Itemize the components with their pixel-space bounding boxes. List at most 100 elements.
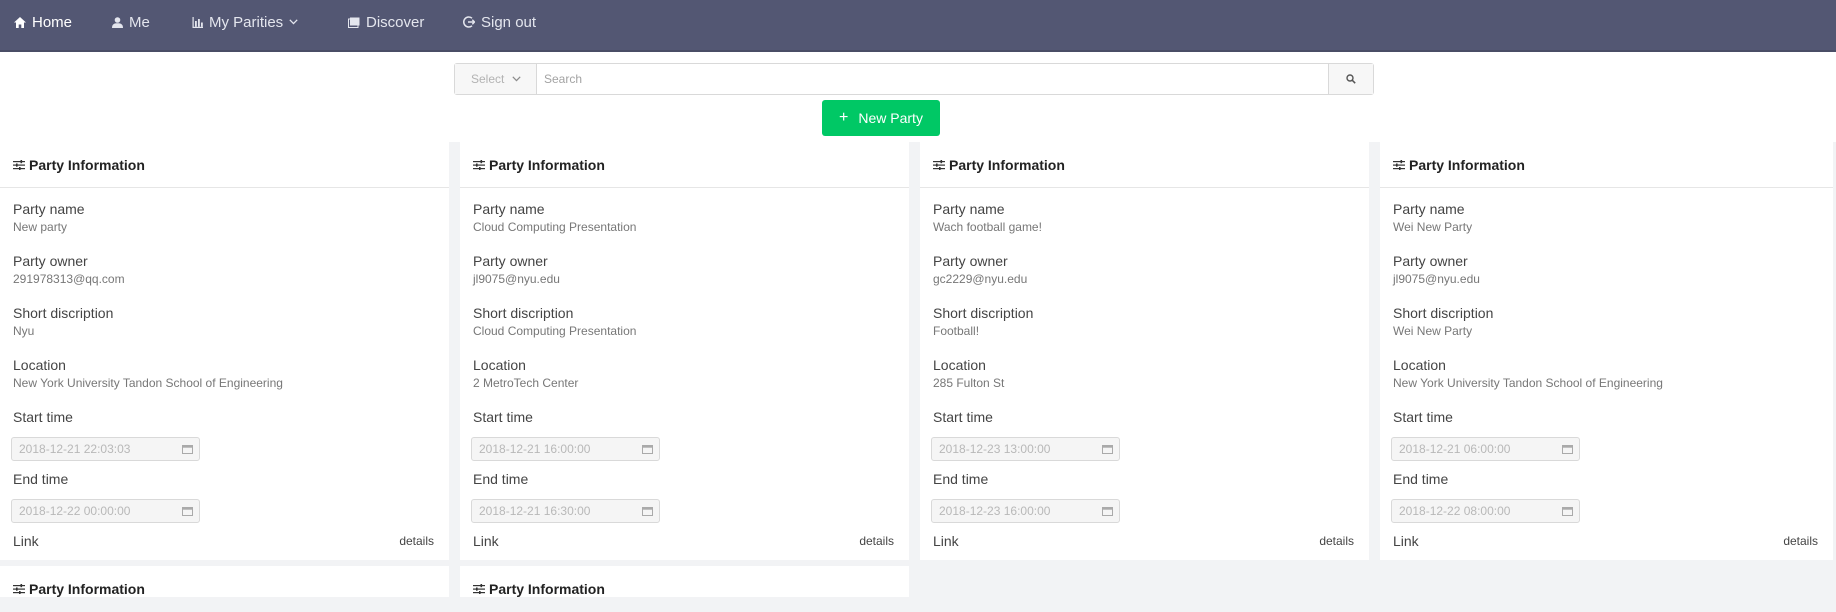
card-header: Party Information — [1380, 142, 1833, 188]
card-title: Party Information — [489, 156, 605, 173]
search-input[interactable] — [537, 64, 1328, 94]
short-description-label: Short discription — [1393, 305, 1494, 321]
card-title: Party Information — [489, 581, 605, 597]
location-label: Location — [473, 357, 526, 373]
location-value: 2 MetroTech Center — [473, 376, 579, 390]
end-time-picker[interactable]: 2018-12-21 16:30:00 — [471, 499, 660, 523]
short-description-label: Short discription — [13, 305, 114, 321]
calendar-icon — [642, 445, 653, 454]
nav-my-parities[interactable]: My Parities — [192, 0, 298, 44]
nav-my-parities-label: My Parities — [209, 13, 284, 31]
short-description-value: Cloud Computing Presentation — [473, 324, 637, 338]
nav-home-label: Home — [32, 13, 73, 31]
details-link[interactable]: details — [859, 534, 894, 548]
sliders-icon — [473, 159, 485, 170]
card-title: Party Information — [29, 581, 145, 597]
end-time-picker[interactable]: 2018-12-23 16:00:00 — [931, 499, 1120, 523]
end-time-label: End time — [933, 471, 989, 487]
start-time-label: Start time — [473, 409, 533, 425]
search-button[interactable] — [1328, 64, 1373, 94]
party-name-value: Cloud Computing Presentation — [473, 220, 637, 234]
user-icon — [112, 16, 123, 28]
link-label: Link — [473, 533, 499, 549]
chevron-down-icon — [512, 76, 521, 82]
card-title: Party Information — [949, 156, 1065, 173]
start-time-label: Start time — [13, 409, 73, 425]
party-name-label: Party name — [1393, 201, 1465, 217]
search-category-select[interactable]: Select — [455, 64, 537, 94]
nav-home[interactable]: Home — [14, 0, 72, 44]
start-time-value: 2018-12-23 13:00:00 — [939, 442, 1051, 456]
sliders-icon — [1393, 159, 1405, 170]
party-owner-label: Party owner — [933, 253, 1008, 269]
start-time-picker[interactable]: 2018-12-23 13:00:00 — [931, 437, 1120, 461]
end-time-value: 2018-12-22 08:00:00 — [1399, 504, 1511, 518]
party-owner-value: 291978313@qq.com — [13, 272, 125, 286]
card-header: Party Information — [460, 566, 909, 612]
location-label: Location — [933, 357, 986, 373]
party-card: Party Information — [460, 566, 909, 597]
calendar-icon — [182, 507, 193, 516]
nav-me[interactable]: Me — [112, 0, 150, 44]
details-link[interactable]: details — [1783, 534, 1818, 548]
search-bar: Select — [454, 63, 1374, 95]
sign-out-icon — [463, 16, 475, 28]
end-time-picker[interactable]: 2018-12-22 00:00:00 — [11, 499, 200, 523]
card-header: Party Information — [460, 142, 909, 188]
short-description-label: Short discription — [473, 305, 574, 321]
card-title: Party Information — [29, 156, 145, 173]
search-icon — [1346, 74, 1356, 84]
calendar-icon — [1562, 507, 1573, 516]
calendar-icon — [182, 445, 193, 454]
card-title: Party Information — [1409, 156, 1525, 173]
card-header: Party Information — [920, 142, 1369, 188]
party-name-value: Wach football game! — [933, 220, 1042, 234]
short-description-label: Short discription — [933, 305, 1034, 321]
party-owner-label: Party owner — [1393, 253, 1468, 269]
sliders-icon — [473, 584, 485, 594]
start-time-label: Start time — [933, 409, 993, 425]
party-name-label: Party name — [13, 201, 85, 217]
party-card: Party Information Party name Cloud Compu… — [460, 142, 909, 560]
start-time-value: 2018-12-21 06:00:00 — [1399, 442, 1511, 456]
party-card: Party Information Party name Wach footba… — [920, 142, 1369, 560]
start-time-picker[interactable]: 2018-12-21 22:03:03 — [11, 437, 200, 461]
link-label: Link — [1393, 533, 1419, 549]
short-description-value: Football! — [933, 324, 980, 338]
location-value: New York University Tandon School of Eng… — [1393, 376, 1663, 390]
end-time-value: 2018-12-22 00:00:00 — [19, 504, 131, 518]
link-label: Link — [933, 533, 959, 549]
calendar-icon — [1102, 445, 1113, 454]
details-link[interactable]: details — [399, 534, 434, 548]
calendar-icon — [1562, 445, 1573, 454]
nav-discover[interactable]: Discover — [348, 0, 424, 44]
party-owner-label: Party owner — [13, 253, 88, 269]
location-label: Location — [1393, 357, 1446, 373]
sliders-icon — [933, 159, 945, 170]
calendar-icon — [642, 507, 653, 516]
party-owner-value: jl9075@nyu.edu — [1393, 272, 1480, 286]
end-time-picker[interactable]: 2018-12-22 08:00:00 — [1391, 499, 1580, 523]
party-owner-value: jl9075@nyu.edu — [473, 272, 560, 286]
top-navbar: Home Me My Parities Discover Sign out — [0, 0, 1836, 52]
short-description-value: Wei New Party — [1393, 324, 1473, 338]
party-name-label: Party name — [933, 201, 1005, 217]
end-time-label: End time — [1393, 471, 1449, 487]
book-icon — [348, 17, 360, 28]
location-value: New York University Tandon School of Eng… — [13, 376, 283, 390]
end-time-value: 2018-12-21 16:30:00 — [479, 504, 591, 518]
nav-sign-out-label: Sign out — [481, 13, 537, 31]
start-time-picker[interactable]: 2018-12-21 06:00:00 — [1391, 437, 1580, 461]
party-owner-label: Party owner — [473, 253, 548, 269]
nav-sign-out[interactable]: Sign out — [463, 0, 536, 44]
search-select-label: Select — [471, 72, 505, 86]
new-party-button[interactable]: + New Party — [822, 100, 940, 136]
start-time-picker[interactable]: 2018-12-21 16:00:00 — [471, 437, 660, 461]
chevron-down-icon — [289, 19, 298, 25]
plus-icon: + — [839, 109, 849, 126]
end-time-label: End time — [13, 471, 69, 487]
details-link[interactable]: details — [1319, 534, 1354, 548]
calendar-icon — [1102, 507, 1113, 516]
new-party-label: New Party — [858, 110, 923, 126]
party-card: Party Information Party name Wei New Par… — [1380, 142, 1833, 560]
